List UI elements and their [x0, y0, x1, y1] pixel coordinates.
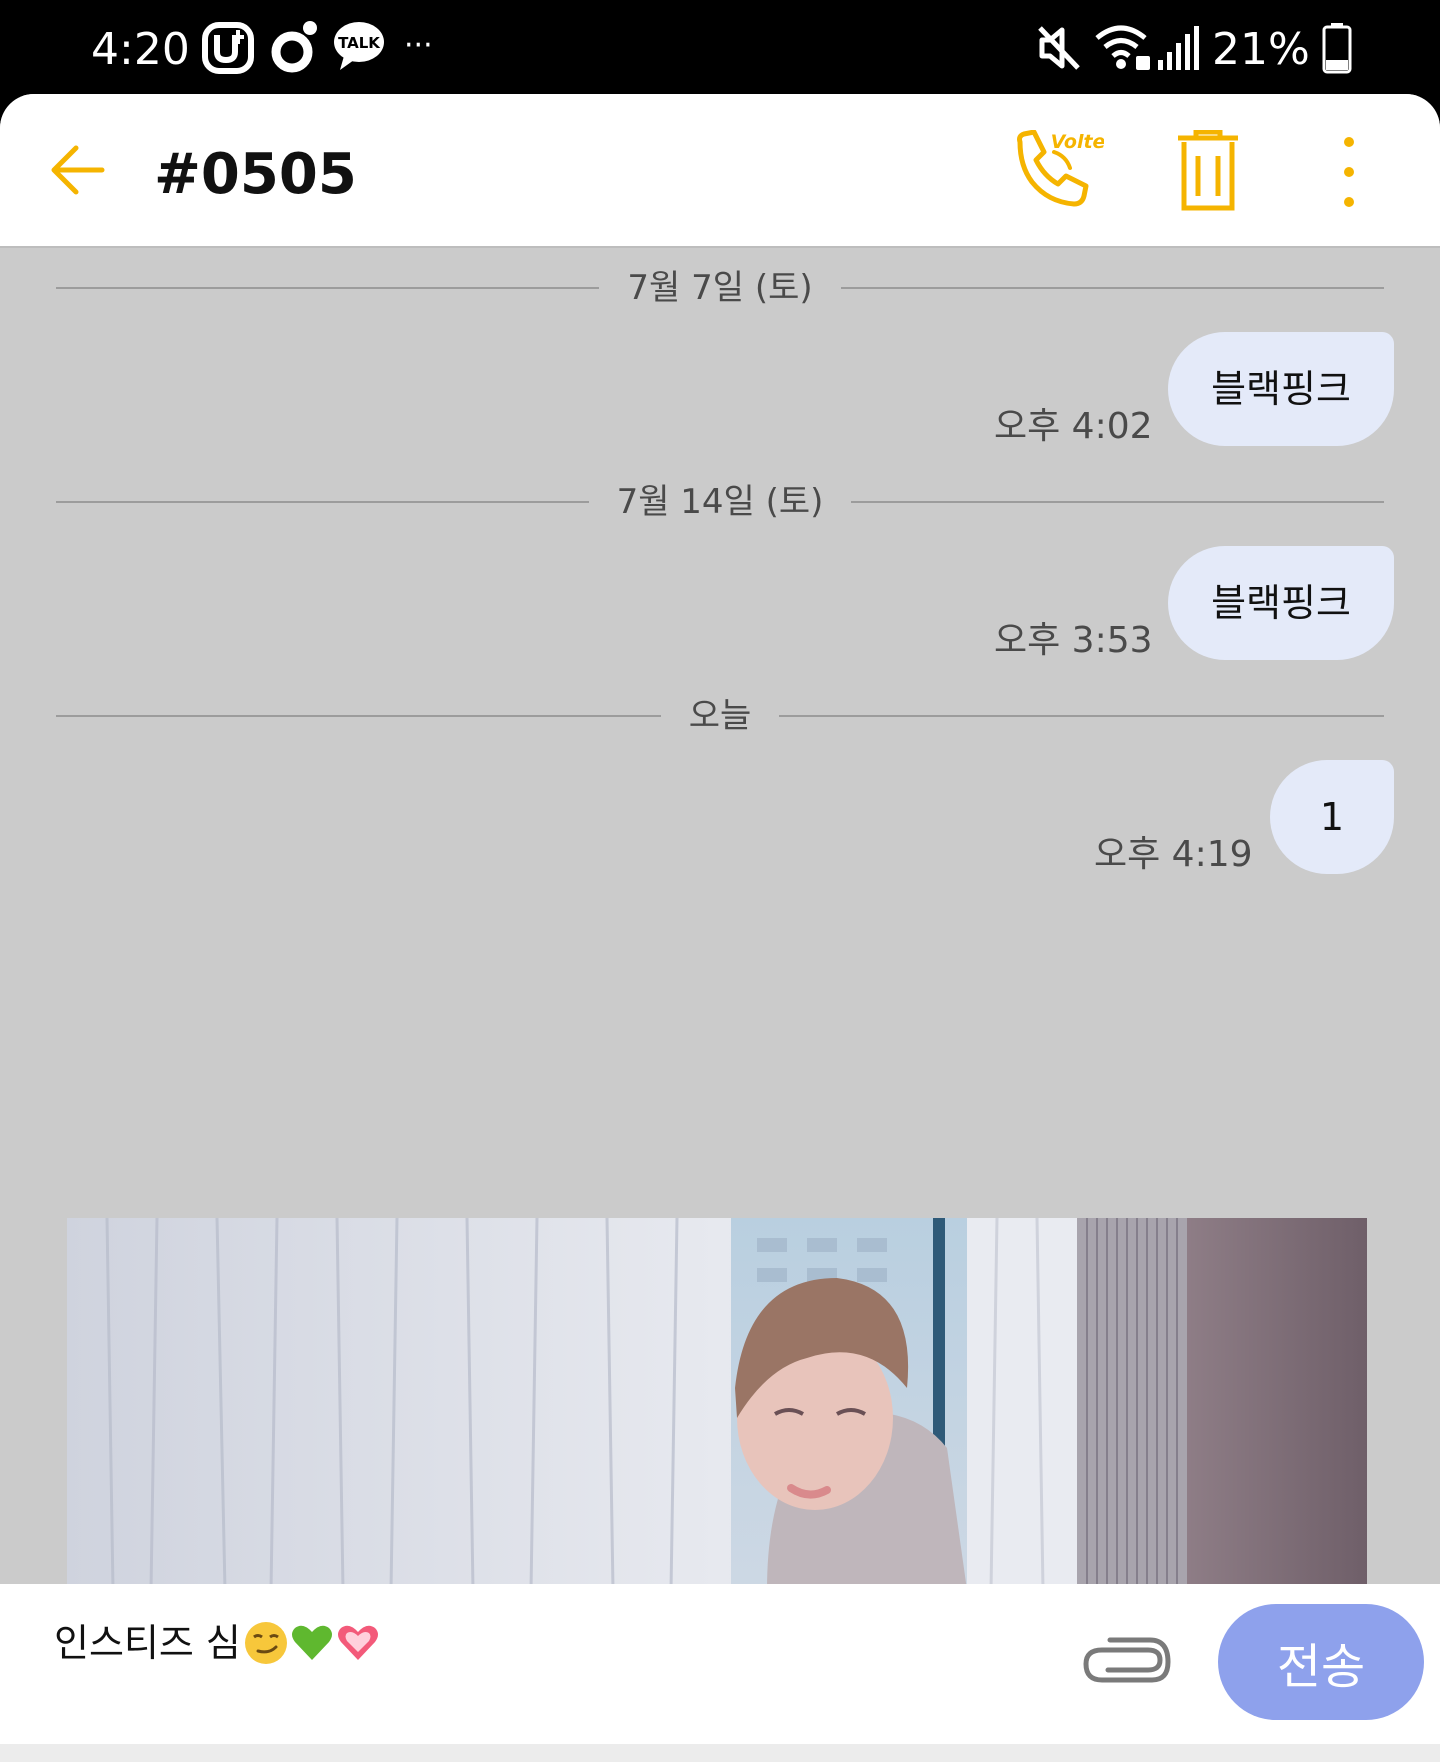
- notification-dot-icon: [271, 21, 317, 73]
- date-divider: 오늘: [56, 696, 1384, 736]
- message-time: 오후 4:02: [994, 406, 1153, 447]
- message-text: 1: [1319, 795, 1345, 839]
- app-header: #0505 Volte: [0, 94, 1440, 248]
- date-label: 7월 7일 (토): [627, 268, 813, 308]
- date-divider: 7월 7일 (토): [56, 268, 1384, 308]
- mute-icon: [1038, 26, 1080, 70]
- back-arrow-icon[interactable]: [48, 140, 108, 200]
- status-time: 4:20: [91, 24, 190, 75]
- signal-icon: [1158, 26, 1199, 70]
- message-input-text: 인스티즈 심: [54, 1621, 241, 1665]
- message-input[interactable]: 인스티즈 심: [54, 1620, 1014, 1666]
- chat-screen: #0505 Volte 7월 7일 (토) 오후 4:02 블랙핑크 7월 14…: [0, 94, 1440, 1762]
- more-notifications-indicator: ···: [404, 28, 433, 63]
- message-bubble[interactable]: 블랙핑크: [1168, 332, 1394, 446]
- talk-icon: TALK: [334, 22, 384, 70]
- message-composer: 인스티즈 심 전송: [0, 1584, 1440, 1744]
- wifi-icon: [1095, 25, 1150, 70]
- svg-text:TALK: TALK: [338, 34, 381, 52]
- status-bar: 4:20 TALK ··· 21%: [0, 0, 1440, 95]
- message-bubble[interactable]: 1: [1270, 760, 1394, 874]
- message-text: 블랙핑크: [1211, 367, 1351, 411]
- attachment-clip-icon[interactable]: [1080, 1634, 1172, 1686]
- volte-call-icon[interactable]: Volte: [1014, 130, 1104, 210]
- date-label: 오늘: [688, 696, 752, 736]
- date-label: 7월 14일 (토): [616, 482, 824, 522]
- chat-background-photo: [67, 1218, 1367, 1590]
- message-time: 오후 4:19: [1094, 834, 1253, 875]
- date-divider: 7월 14일 (토): [56, 482, 1385, 522]
- smirk-emoji: [244, 1622, 287, 1664]
- bottom-divider: [0, 1744, 1440, 1762]
- message-time: 오후 3:53: [994, 620, 1153, 661]
- message-text: 블랙핑크: [1211, 581, 1351, 625]
- sparkling-heart-emoji: [337, 1625, 378, 1660]
- svg-text:Volte: Volte: [1051, 131, 1104, 153]
- u-plus-icon: [202, 22, 254, 74]
- battery-icon: [1322, 23, 1352, 74]
- page-title: #0505: [154, 142, 357, 207]
- more-vert-icon[interactable]: [1336, 134, 1362, 210]
- green-heart-emoji: [291, 1625, 332, 1660]
- send-button[interactable]: 전송: [1218, 1604, 1424, 1720]
- trash-icon[interactable]: [1176, 130, 1240, 212]
- battery-percent: 21%: [1212, 24, 1310, 75]
- message-bubble[interactable]: 블랙핑크: [1168, 546, 1394, 660]
